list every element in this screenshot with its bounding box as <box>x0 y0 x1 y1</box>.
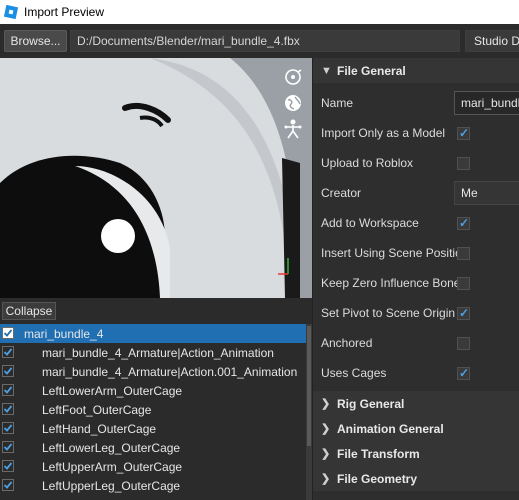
add-workspace-row: Add to Workspace ✓ <box>313 208 519 238</box>
file-path-field[interactable]: D:/Documents/Blender/mari_bundle_4.fbx <box>70 30 460 52</box>
tree-item-label: LeftUpperArm_OuterCage <box>42 459 183 474</box>
section-title: File Geometry <box>337 471 418 486</box>
uses-cages-checkbox[interactable]: ✓ <box>457 365 470 380</box>
rotate-view-icon[interactable] <box>282 66 304 88</box>
tree-row[interactable]: LeftFoot_OuterCage <box>0 400 306 419</box>
tree-checkbox-icon[interactable] <box>2 327 14 339</box>
preview-viewport[interactable] <box>0 58 312 298</box>
checkmark-icon: ✓ <box>459 365 470 380</box>
properties-panel: ▼ File General Name mari_bundl Import On… <box>312 58 519 500</box>
keep-zero-checkbox[interactable] <box>457 276 470 290</box>
model-preview-render <box>0 58 312 298</box>
creator-label: Creator <box>321 186 362 200</box>
uses-cages-label: Uses Cages <box>321 366 387 380</box>
tree-item-label: LeftUpperLeg_OuterCage <box>42 478 181 493</box>
upload-row: Upload to Roblox <box>313 148 519 178</box>
section-title: File Transform <box>337 446 420 461</box>
tree-row[interactable]: LeftLowerLeg_OuterCage <box>0 438 306 457</box>
tree-row[interactable]: mari_bundle_4_Armature|Action.001_Animat… <box>0 362 306 381</box>
upload-label: Upload to Roblox <box>321 156 414 170</box>
tree-item-label: LeftHand_OuterCage <box>42 421 157 436</box>
import-model-label: Import Only as a Model <box>321 126 446 140</box>
keep-zero-label: Keep Zero Influence Bones <box>321 276 467 290</box>
set-pivot-checkbox[interactable]: ✓ <box>457 305 470 320</box>
anchored-checkbox[interactable] <box>457 336 470 350</box>
insert-scene-label: Insert Using Scene Position <box>321 246 469 260</box>
tree-row[interactable]: LeftUpperLeg_OuterCage <box>0 476 306 495</box>
section-rig-general[interactable]: ❯ Rig General <box>313 391 519 416</box>
tree-checkbox-icon[interactable] <box>2 441 14 453</box>
tree-checkbox-icon[interactable] <box>2 479 14 491</box>
tree-row[interactable]: mari_bundle_4 <box>0 324 306 343</box>
tree-item-label: mari_bundle_4_Armature|Action.001_Animat… <box>42 364 298 379</box>
creator-row: Creator Me <box>313 178 519 208</box>
chevron-down-icon: ▼ <box>321 64 332 77</box>
tree-item-label: LeftLowerLeg_OuterCage <box>42 440 181 455</box>
checkmark-icon: ✓ <box>459 125 470 140</box>
hierarchy-list: mari_bundle_4 mari_bundle_4_Armature|Acti… <box>0 324 306 500</box>
creator-dropdown[interactable]: Me <box>454 181 519 205</box>
name-row: Name mari_bundl <box>313 88 519 118</box>
chevron-right-icon: ❯ <box>321 398 331 410</box>
name-label: Name <box>321 96 354 110</box>
tree-checkbox-icon[interactable] <box>2 384 14 396</box>
tree-checkbox-icon[interactable] <box>2 460 14 472</box>
section-title: Rig General <box>337 396 405 411</box>
insert-scene-checkbox[interactable] <box>457 246 470 260</box>
window-title: Import Preview <box>24 5 105 19</box>
insert-scene-row: Insert Using Scene Position <box>313 238 519 268</box>
tree-row[interactable]: mari_bundle_4_Armature|Action_Animation <box>0 343 306 362</box>
globe-icon[interactable] <box>282 92 304 114</box>
tree-row[interactable]: LeftLowerArm_OuterCage <box>0 381 306 400</box>
anchored-label: Anchored <box>321 336 373 350</box>
add-workspace-checkbox[interactable]: ✓ <box>457 215 470 230</box>
import-model-checkbox[interactable]: ✓ <box>457 125 470 140</box>
checkmark-icon: ✓ <box>459 305 470 320</box>
tree-checkbox-icon[interactable] <box>2 403 14 415</box>
chevron-right-icon: ❯ <box>321 423 331 435</box>
tree-item-label: mari_bundle_4 <box>24 326 104 341</box>
title-bar: Import Preview <box>0 0 519 24</box>
tree-item-label: mari_bundle_4_Armature|Action_Animation <box>42 345 274 360</box>
section-file-transform[interactable]: ❯ File Transform <box>313 441 519 466</box>
tree-checkbox-icon[interactable] <box>2 346 14 358</box>
scrollbar-thumb[interactable] <box>307 326 311 446</box>
hierarchy-panel: Collapse mari_bundle_4 mari_bundle_4_Arma… <box>0 298 312 500</box>
tree-item-label: LeftLowerArm_OuterCage <box>42 383 183 398</box>
tree-row[interactable]: LeftHand_OuterCage <box>0 419 306 438</box>
keep-zero-row: Keep Zero Influence Bones <box>313 268 519 298</box>
name-field[interactable]: mari_bundl <box>454 91 519 115</box>
anchored-row: Anchored <box>313 328 519 358</box>
tree-item-label: LeftFoot_OuterCage <box>42 402 152 417</box>
toolbar: Browse... D:/Documents/Blender/mari_bund… <box>0 24 519 58</box>
add-workspace-label: Add to Workspace <box>321 216 419 230</box>
checkmark-icon: ✓ <box>459 215 470 230</box>
browse-button[interactable]: Browse... <box>4 30 67 52</box>
rig-icon[interactable] <box>282 118 304 140</box>
studio-logo-icon <box>4 5 18 19</box>
collapse-button[interactable]: Collapse <box>2 302 56 320</box>
section-title: File General <box>337 63 406 78</box>
tree-checkbox-icon[interactable] <box>2 365 14 377</box>
studio-dropdown-button[interactable]: Studio De <box>465 30 519 52</box>
set-pivot-label: Set Pivot to Scene Origin <box>321 306 456 320</box>
view-tools <box>282 66 306 144</box>
import-model-row: Import Only as a Model ✓ <box>313 118 519 148</box>
section-file-general[interactable]: ▼ File General <box>313 58 519 83</box>
tree-checkbox-icon[interactable] <box>2 422 14 434</box>
chevron-right-icon: ❯ <box>321 473 331 485</box>
uses-cages-row: Uses Cages ✓ <box>313 358 519 388</box>
section-title: Animation General <box>337 421 444 436</box>
set-pivot-row: Set Pivot to Scene Origin ✓ <box>313 298 519 328</box>
upload-checkbox[interactable] <box>457 156 470 170</box>
section-animation-general[interactable]: ❯ Animation General <box>313 416 519 441</box>
chevron-right-icon: ❯ <box>321 448 331 460</box>
tree-row[interactable]: LeftUpperArm_OuterCage <box>0 457 306 476</box>
section-file-geometry[interactable]: ❯ File Geometry <box>313 466 519 491</box>
